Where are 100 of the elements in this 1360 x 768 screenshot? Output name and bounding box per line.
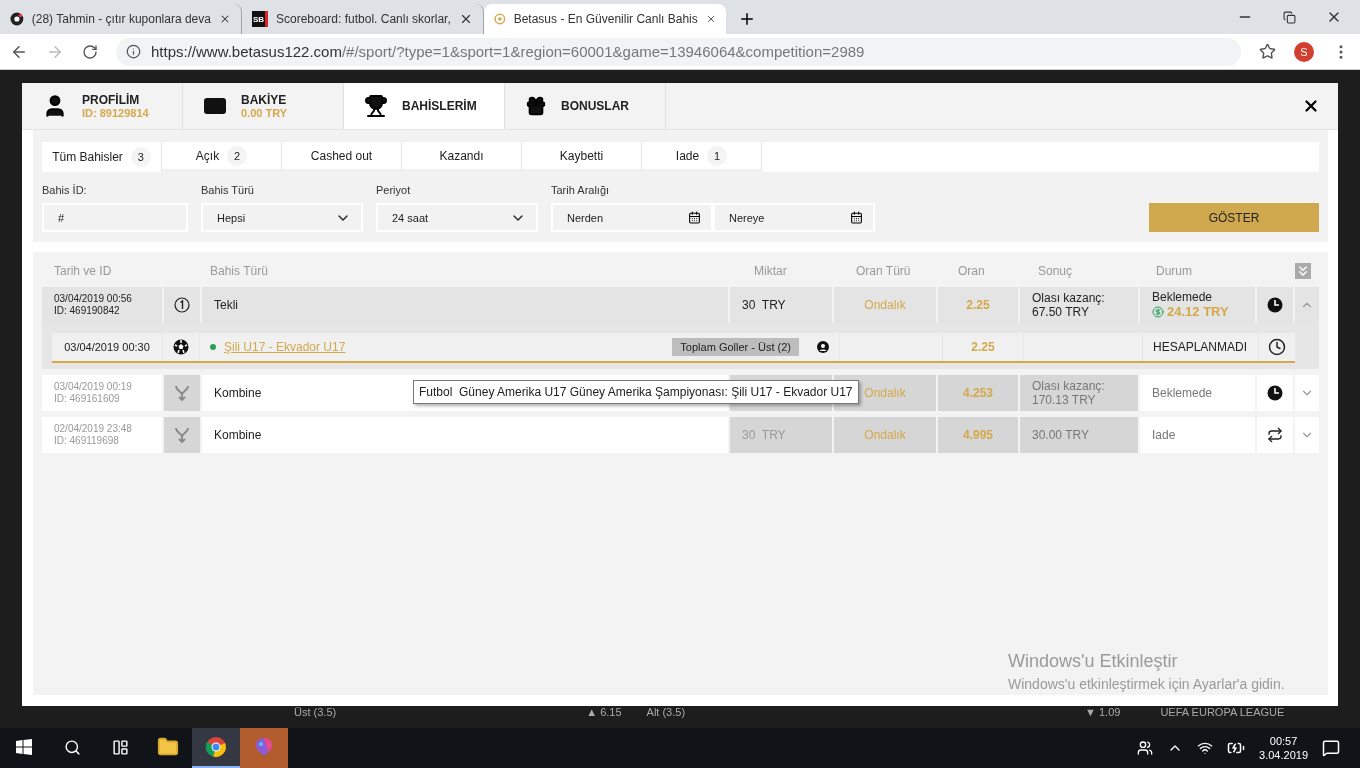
info-icon <box>126 44 141 59</box>
date-cell: 02/04/2019 23:48 ID: 469119698 <box>42 417 162 453</box>
odds-cell: 2.25 <box>938 287 1018 323</box>
field-label: Bahis İD: <box>42 184 88 197</box>
date-cell: 03/04/2019 00:19 ID: 469161609 <box>42 375 162 411</box>
filter-tab[interactable]: Cashed out <box>282 142 402 172</box>
filter-tab[interactable]: Kaybetti <box>522 142 642 172</box>
bet-type-cell: Kombine <box>202 417 728 453</box>
result-cell: Olası kazanç: 170.13 TRY <box>1020 375 1138 411</box>
new-tab-icon[interactable] <box>738 10 756 28</box>
dropdown[interactable]: 24 saat <box>376 203 538 232</box>
odds-cell: 2.25 <box>943 333 1023 361</box>
close-icon[interactable] <box>459 12 473 26</box>
merge-icon <box>174 426 190 444</box>
status-cell: Iade <box>1140 417 1255 453</box>
amount-cell: 30 TRY <box>730 417 832 453</box>
column-header: Oran <box>957 264 986 278</box>
nav-tab[interactable]: BAHİSLERİM <box>344 83 505 129</box>
tooltip: Futbol Güney Amerika U17 Güney Amerika Şampiyonası: Şili U17 - Ekvador U17 <box>413 380 859 404</box>
single-bet-icon <box>174 297 190 313</box>
calendar-icon[interactable] <box>688 211 701 224</box>
background-text: ▲ 6.15 <box>586 706 622 718</box>
count-badge: 2 <box>227 145 248 166</box>
task-view-icon[interactable] <box>111 738 129 756</box>
amount-cell: 30 TRY <box>730 287 832 323</box>
toggle-cell[interactable] <box>1295 287 1319 323</box>
gift-icon <box>525 95 547 117</box>
filter-tab[interactable]: Iade 1 <box>642 142 762 172</box>
cashout-icon <box>1152 306 1164 319</box>
folder-icon <box>157 736 179 758</box>
filter-tab[interactable]: Açık 2 <box>162 142 282 172</box>
coin-icon <box>494 11 506 27</box>
date-cell: 03/04/2019 00:30 <box>52 333 162 361</box>
toggle-cell[interactable] <box>1295 375 1319 411</box>
live-dot-icon <box>210 344 216 350</box>
toggle-cell[interactable] <box>1295 417 1319 453</box>
address-bar[interactable]: https://www.betasus122.com/#/sport/?type=1&sport=1&region=60001&game=13946064&competition=2989 <box>116 37 1241 66</box>
field-label: Periyot <box>376 184 412 197</box>
date-field[interactable]: Nerden <box>551 203 713 232</box>
result-cell: Olası kazanç: 67.50 TRY <box>1020 287 1138 323</box>
clock-icon <box>1268 338 1286 356</box>
activation-title: Windows'u Etkinleştir <box>1008 651 1179 672</box>
wifi-icon[interactable] <box>1197 740 1214 756</box>
column-header: Bahis Türü <box>209 264 269 278</box>
date-field[interactable]: Nereye <box>713 203 875 232</box>
background-text: ▼ 1.09 <box>1085 706 1121 718</box>
nav-tab-value: ID: 89129814 <box>82 107 149 119</box>
balloon-icon <box>253 736 275 758</box>
column-header: Durum <box>1155 264 1193 278</box>
notification-icon[interactable] <box>1322 739 1340 757</box>
close-icon <box>1302 97 1320 115</box>
clock[interactable]: 00:57 3.04.2019 <box>1259 733 1308 763</box>
nav-tab-label: BAHİSLERİM <box>402 99 477 113</box>
people-icon[interactable] <box>1137 740 1154 756</box>
nav-tab-label: BONUSLAR <box>561 99 629 113</box>
windows-start-icon[interactable] <box>16 739 32 755</box>
count-badge: 1 <box>707 145 728 166</box>
nav-tab-label: BAKİYE <box>241 93 288 107</box>
column-header: Oran Türü <box>855 264 912 278</box>
odds-type-cell: Ondalık <box>834 287 936 323</box>
reload-icon[interactable] <box>82 43 98 60</box>
bookmark-star-icon[interactable] <box>1259 43 1276 60</box>
background-text: Üst (3.5) <box>294 706 337 718</box>
column-header: Miktar <box>753 264 788 278</box>
browser-tab[interactable]: Betasus - En Güvenilir Canlı Bahis <box>484 4 726 34</box>
show-button[interactable]: GÖSTER <box>1149 203 1319 232</box>
nav-tab-value: 0.00 TRY <box>241 107 288 119</box>
nav-tab[interactable]: BONUSLAR <box>505 83 666 129</box>
calendar-icon[interactable] <box>850 211 863 224</box>
nav-tab[interactable]: PROFİLİM ID: 89129814 <box>22 83 183 129</box>
person-icon <box>817 341 829 353</box>
chrome-icon <box>205 736 227 758</box>
restore-icon[interactable] <box>1283 10 1296 24</box>
odds-type-cell: Ondalık <box>834 417 936 453</box>
bet-type-cell: Tekli <box>202 287 728 323</box>
site-logo: SB <box>252 11 268 27</box>
filter-tab[interactable]: Kazandı <box>402 142 522 172</box>
dropdown[interactable]: Hepsi <box>201 203 363 232</box>
field-label: Bahis Türü <box>201 184 255 197</box>
profile-avatar[interactable]: S <box>1294 41 1314 62</box>
market-label: Toplam Goller - Üst (2) <box>672 338 799 356</box>
field-label: Tarih Aralığı <box>551 184 611 197</box>
search-icon[interactable] <box>63 738 81 756</box>
taskbar-app[interactable] <box>192 728 240 768</box>
status-cell: Beklemede <box>1140 375 1255 411</box>
odds-cell: 4.995 <box>938 417 1018 453</box>
background-text: Alt (3.5) <box>646 706 686 718</box>
merge-icon <box>174 384 190 402</box>
background-text: UEFA EUROPA LEAGUE <box>1160 706 1285 718</box>
column-header: Sonuç <box>1037 264 1074 278</box>
date-cell: 03/04/2019 00:56 ID: 469190842 <box>42 287 162 323</box>
odds-cell: 4.253 <box>938 375 1018 411</box>
filter-tab[interactable]: Tüm Bahisler 3 <box>42 142 162 172</box>
activation-text: Windows'u etkinleştirmek için Ayarlar'a gidin. <box>1008 676 1285 692</box>
count-badge: 3 <box>130 147 151 167</box>
trophy-icon <box>364 94 388 118</box>
result-cell: 30.00 TRY <box>1020 417 1138 453</box>
status-cell: Beklemede 24.12 TRY <box>1140 287 1255 323</box>
bet-id-field[interactable]: # <box>42 203 188 232</box>
nav-tab[interactable]: BAKİYE 0.00 TRY <box>183 83 344 129</box>
